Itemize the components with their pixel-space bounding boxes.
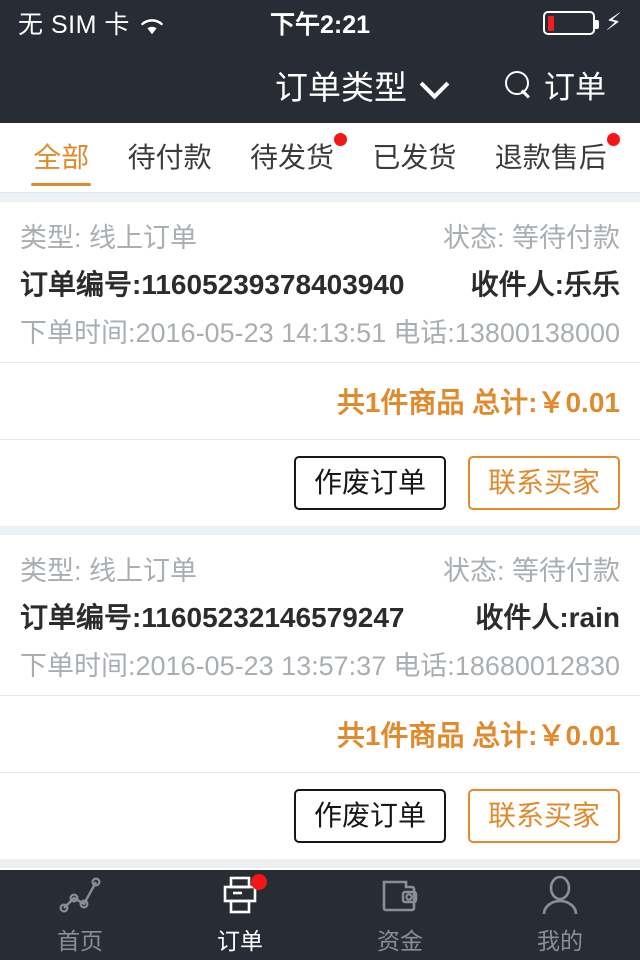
status-bar: 无 SIM 卡 下午2:21 ⚡ [0,0,640,46]
carrier-label: 无 SIM 卡 [18,11,130,39]
order-time: 下单时间:2016-05-23 14:13:51 [20,318,387,348]
tab-refund-aftersale[interactable]: 退款售后 [489,123,620,192]
bottom-tab-profile[interactable]: 我的 [480,870,640,960]
order-actions: 作废订单 联系买家 [0,440,640,526]
tab-label: 待付款 [127,141,212,173]
order-receiver: 收件人:乐乐 [470,269,620,300]
badge-dot [606,132,620,146]
order-receiver: 收件人:rain [475,602,620,634]
order-type-label: 订单类型 [275,68,407,106]
list-spacer [0,526,640,536]
tab-pending-shipment[interactable]: 待发货 [244,123,347,192]
tab-label: 已发货 [372,141,457,173]
badge-dot [333,132,347,146]
order-total: 共1件商品 总计:￥0.01 [336,387,620,418]
order-filter-tabs: 全部 待付款 待发货 已发货 退款售后 [0,123,640,193]
list-spacer [0,859,640,869]
order-type-dropdown[interactable]: 订单类型 [275,61,447,109]
nav-bar: 订单类型 订单 [0,46,640,123]
void-order-button[interactable]: 作废订单 [293,789,446,844]
contact-buyer-button[interactable]: 联系买家 [467,456,620,511]
status-bar-right: ⚡ [543,11,622,35]
tab-label: 待发货 [250,132,347,180]
printer-icon [218,874,267,916]
tab-label: 全部 [33,141,90,173]
wifi-icon [139,14,165,34]
bottom-tab-orders[interactable]: 订单 [160,870,320,960]
tab-shipped[interactable]: 已发货 [366,123,462,192]
order-type: 类型: 线上订单 [20,556,198,587]
order-type: 类型: 线上订单 [20,223,198,253]
order-phone: 电话:13800138000 [393,318,620,348]
search-label: 订单 [544,70,606,105]
tab-label: 退款售后 [495,132,620,180]
bottom-tab-label: 首页 [57,928,103,954]
order-card[interactable]: 类型: 线上订单 状态: 等待付款 订单编号:11605239378403940… [0,202,640,527]
chevron-down-icon [421,72,447,98]
bottom-tab-label: 我的 [537,928,583,954]
person-icon [538,874,582,916]
bottom-tab-funds[interactable]: 资金 [320,870,480,960]
order-row-time: 下单时间:2016-05-23 13:57:37 电话:18680012830 [20,644,620,683]
search-button[interactable]: 订单 [505,62,606,107]
order-number: 订单编号:11605239378403940 [20,269,405,300]
tab-pending-payment[interactable]: 待付款 [122,123,218,192]
order-status: 状态: 等待付款 [442,556,620,587]
order-row-number: 订单编号:11605232146579247 收件人:rain [20,596,620,636]
tab-all[interactable]: 全部 [27,123,95,192]
lightning-bolt-icon: ⚡ [605,9,622,36]
order-row-time: 下单时间:2016-05-23 14:13:51 电话:13800138000 [20,311,620,350]
status-bar-left: 无 SIM 卡 [18,5,165,41]
order-row-type: 类型: 线上订单 状态: 等待付款 [20,216,620,255]
order-list: 类型: 线上订单 状态: 等待付款 订单编号:11605239378403940… [0,193,640,960]
order-number: 订单编号:11605232146579247 [20,602,405,634]
order-time: 下单时间:2016-05-23 13:57:37 [20,651,387,682]
battery-low-icon [543,11,600,35]
order-row-number: 订单编号:11605239378403940 收件人:乐乐 [20,263,620,303]
order-status: 状态: 等待付款 [442,223,620,253]
bottom-tab-bar: 首页 订单 资金 我的 [0,870,640,960]
order-list-screen: 无 SIM 卡 下午2:21 ⚡ 订单类型 订单 全部 待付款 待发货 已发货 … [0,0,640,960]
bottom-tab-label: 订单 [217,928,263,954]
list-spacer [0,193,640,202]
order-card[interactable]: 类型: 线上订单 状态: 等待付款 订单编号:11605232146579247… [0,535,640,860]
order-total: 共1件商品 总计:￥0.01 [336,720,620,752]
bottom-tab-label: 资金 [377,928,423,954]
order-info: 类型: 线上订单 状态: 等待付款 订单编号:11605239378403940… [0,202,640,362]
badge-dot [251,874,267,890]
search-icon [505,71,532,98]
line-chart-icon [58,874,102,916]
bottom-tab-home[interactable]: 首页 [0,870,160,960]
wallet-icon [378,874,422,916]
order-row-type: 类型: 线上订单 状态: 等待付款 [20,549,620,588]
order-phone: 电话:18680012830 [393,651,620,682]
void-order-button[interactable]: 作废订单 [293,456,446,511]
contact-buyer-button[interactable]: 联系买家 [467,789,620,844]
order-info: 类型: 线上订单 状态: 等待付款 订单编号:11605232146579247… [0,535,640,695]
order-actions: 作废订单 联系买家 [0,773,640,859]
